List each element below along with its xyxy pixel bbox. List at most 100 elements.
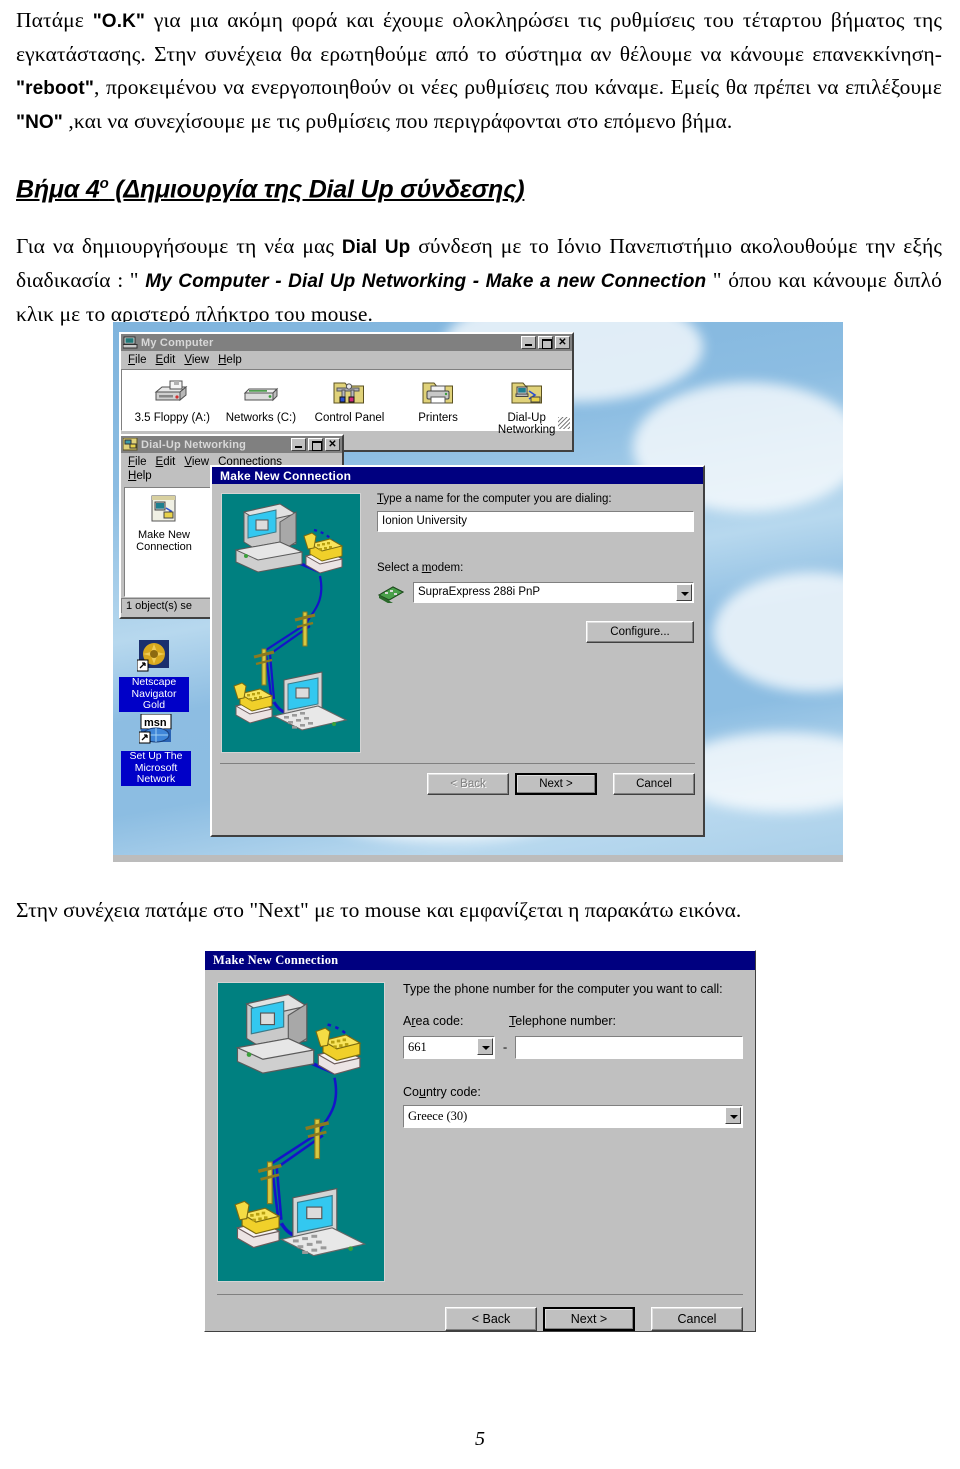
modem-select[interactable]: SupraExpress 288i PnP xyxy=(413,582,694,603)
document-page: Πατάμε "O.K" για μια ακόμη φορά και έχου… xyxy=(0,0,960,1469)
heading-rest: (Δημιουργία της Dial Up σύνδεσης) xyxy=(108,175,525,204)
dialog-title: Make New Connection xyxy=(220,468,352,483)
paragraph-1: Πατάμε "O.K" για μια ακόμη φορά και έχου… xyxy=(16,4,942,139)
make-new-connection-item[interactable]: Make New Connection xyxy=(125,488,203,554)
cancel-label: Cancel xyxy=(636,778,672,790)
country-code-label: Country code: xyxy=(403,1085,481,1099)
taskbar-strip xyxy=(113,855,843,862)
make-new-connection-icon xyxy=(151,495,176,522)
next-button[interactable]: Next > xyxy=(515,773,597,795)
country-code-select[interactable]: Greece (30) xyxy=(403,1105,743,1128)
titlebar-buttons: ✕ xyxy=(521,336,570,349)
p1-bold-reboot: "reboot" xyxy=(16,78,94,99)
window-title: My Computer xyxy=(141,336,214,349)
menu-edit[interactable]: Edit xyxy=(154,455,183,469)
icon-label: 3.5 Floppy (A:) xyxy=(134,411,210,424)
close-icon[interactable]: ✕ xyxy=(555,336,570,349)
menu-view[interactable]: View xyxy=(182,353,216,367)
page-title: Βήμα 4ο (Δημιουργία της Dial Up σύνδεσης… xyxy=(16,175,942,204)
icon-networks-c[interactable]: Networks (C:) xyxy=(217,376,306,437)
name-field-label: Type a name for the computer you are dia… xyxy=(377,493,612,505)
p2-bold-dialup: Dial Up xyxy=(341,237,411,259)
minimize-button[interactable] xyxy=(291,438,306,451)
make-new-connection-dialog[interactable]: Make New Connection Type a name for the … xyxy=(210,465,705,837)
country-code-value: Greece (30) xyxy=(408,1109,468,1123)
configure-label: Configure... xyxy=(610,626,670,638)
maximize-button[interactable] xyxy=(538,336,553,349)
cancel-button[interactable]: Cancel xyxy=(613,773,695,795)
maximize-button[interactable] xyxy=(308,438,323,451)
computer-icon xyxy=(123,336,138,349)
wizard2-titlebar: Make New Connection xyxy=(205,951,755,970)
wizard2-fields: Type the phone number for the computer y… xyxy=(385,982,743,1282)
dialup-titlebar: Dial-Up Networking ✕ xyxy=(121,436,342,453)
p2-bold-path: My Computer - Dial Up Networking - Make … xyxy=(145,271,707,293)
next-label: Next > xyxy=(570,1312,608,1326)
titlebar-buttons: ✕ xyxy=(291,438,340,451)
desktop-icon-msn[interactable]: msn Set Up The Microsoft Network xyxy=(121,713,191,787)
icon-label: Control Panel xyxy=(314,411,385,424)
close-icon[interactable]: ✕ xyxy=(325,438,340,451)
desktop-icon-label: Set Up The Microsoft Network xyxy=(121,750,191,786)
menu-edit[interactable]: Edit xyxy=(154,353,183,367)
area-code-value: 661 xyxy=(408,1040,427,1054)
my-computer-content: 3.5 Floppy (A:) Networks (C:) Control Pa… xyxy=(121,369,572,436)
wizard-illustration xyxy=(221,493,361,753)
p1-bold-no: "NO" xyxy=(16,112,63,133)
p1-text-3: , προκειμένου να ενεργοποιηθούν οι νέες … xyxy=(93,75,942,99)
menu-file[interactable]: File xyxy=(126,353,154,367)
telephone-number-input[interactable] xyxy=(515,1036,743,1059)
caption-next-step: Στην συνέχεια πατάμε στο "Next" με το mo… xyxy=(16,898,742,922)
floppy-drive-icon xyxy=(154,380,188,402)
icon-control-panel[interactable]: Control Panel xyxy=(305,376,394,437)
cancel-button[interactable]: Cancel xyxy=(651,1307,743,1331)
chevron-down-icon[interactable] xyxy=(725,1107,741,1124)
icon-printers[interactable]: Printers xyxy=(394,376,483,437)
p1-text-4: ,και να συνεχίσουμε με τις ρυθμίσεις που… xyxy=(62,109,733,133)
resize-grip[interactable] xyxy=(558,417,570,429)
icon-label: Networks (C:) xyxy=(225,411,297,424)
cloud-decoration xyxy=(713,572,843,692)
paragraph-2: Για να δημιουργήσουμε τη νέα μας Dial Up… xyxy=(16,230,942,331)
phone-instruction-label: Type the phone number for the computer y… xyxy=(403,982,723,996)
back-button[interactable]: < Back xyxy=(445,1307,537,1331)
wizard-titlebar: Make New Connection xyxy=(212,467,703,484)
my-computer-menubar[interactable]: File Edit View Help xyxy=(121,351,572,369)
page-number: 5 xyxy=(475,1428,485,1450)
screenshot-dialup-wizard-step1: Netscape Navigator Gold msn Set Up The M… xyxy=(113,322,843,862)
printers-folder-icon xyxy=(422,382,454,404)
next-label: Next > xyxy=(539,778,573,790)
chevron-down-icon[interactable] xyxy=(676,584,692,601)
menu-help[interactable]: Help xyxy=(126,469,159,483)
heading-superscript: ο xyxy=(99,175,109,192)
p1-text-1: Πατάμε xyxy=(16,8,93,32)
dialup-folder-icon xyxy=(511,382,542,404)
p1-bold-ok: "O.K" xyxy=(92,11,145,32)
desktop-icon-netscape[interactable]: Netscape Navigator Gold xyxy=(119,640,189,713)
back-label: < Back xyxy=(450,778,486,790)
menu-file[interactable]: File xyxy=(126,455,154,469)
svg-text:msn: msn xyxy=(144,717,167,729)
minimize-button[interactable] xyxy=(521,336,536,349)
chevron-down-icon[interactable] xyxy=(477,1038,493,1055)
modem-selected-value: SupraExpress 288i PnP xyxy=(418,586,541,598)
modem-field-label: Select a modem: xyxy=(377,562,464,574)
wizard-fields: Type a name for the computer you are dia… xyxy=(361,493,694,753)
control-panel-folder-icon xyxy=(333,382,365,404)
connection-name-input[interactable]: Ionion University xyxy=(377,511,694,532)
wizard2-body: Type the phone number for the computer y… xyxy=(205,970,755,1288)
dialog-title: Make New Connection xyxy=(213,953,339,967)
area-code-select[interactable]: 661 xyxy=(403,1036,495,1059)
back-button[interactable]: < Back xyxy=(427,773,509,795)
configure-button[interactable]: Configure... xyxy=(586,621,694,643)
next-button[interactable]: Next > xyxy=(543,1307,635,1331)
screenshot-dialup-wizard-step2: Make New Connection Type the phone numbe… xyxy=(204,950,756,1332)
computer-phone-network-illustration xyxy=(233,503,348,731)
telephone-label: Telephone number: xyxy=(509,1014,617,1028)
item-label: Make New Connection xyxy=(136,528,192,554)
modem-card-icon xyxy=(377,585,405,603)
icon-floppy[interactable]: 3.5 Floppy (A:) xyxy=(128,376,217,437)
icon-label: Printers xyxy=(418,411,458,424)
menu-help[interactable]: Help xyxy=(216,353,249,367)
window-title: Dial-Up Networking xyxy=(141,438,247,451)
